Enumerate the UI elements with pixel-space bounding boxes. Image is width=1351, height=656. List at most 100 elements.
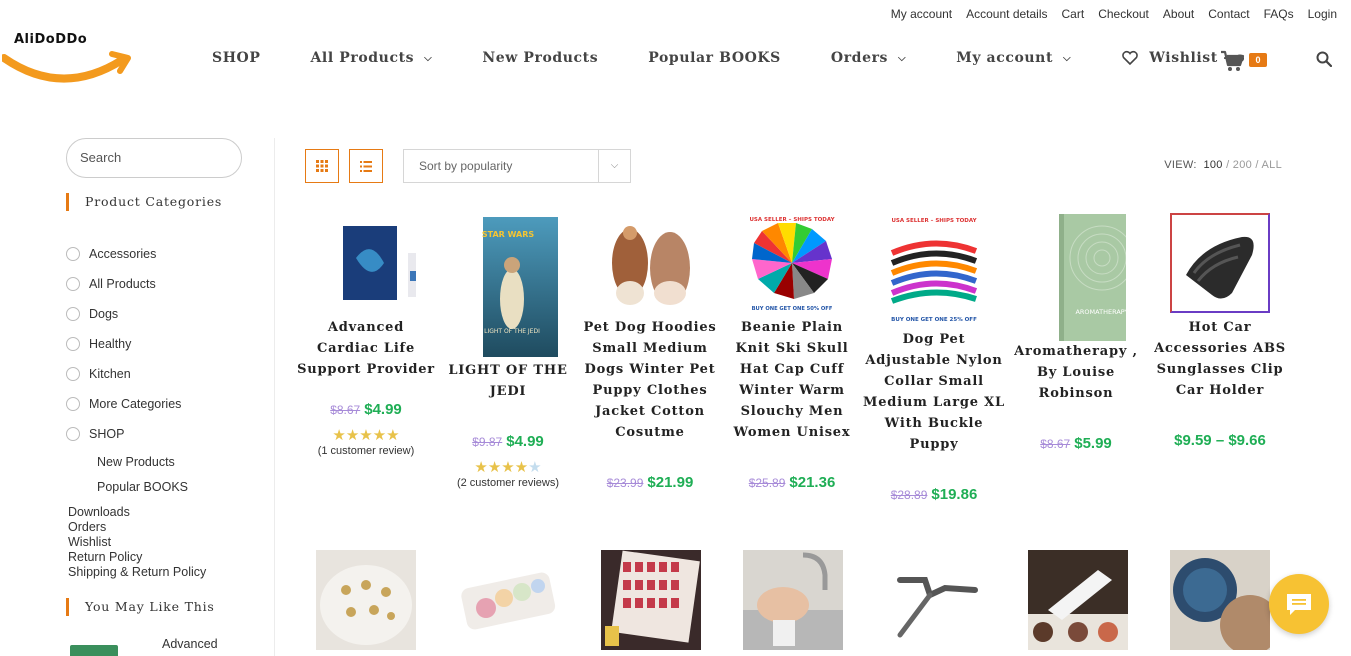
link-wishlist[interactable]: Wishlist: [68, 535, 274, 550]
chevron-down-icon: ⌵: [424, 52, 433, 64]
product-image-art: [343, 226, 416, 300]
sale-price: $4.99: [364, 401, 402, 418]
link-orders[interactable]: Orders: [68, 520, 274, 535]
product-image[interactable]: [885, 550, 985, 650]
category-shop[interactable]: SHOP: [66, 419, 274, 449]
shop-subcategory-list: New Products Popular BOOKS: [97, 449, 274, 499]
radio-icon: [66, 247, 80, 261]
nav-shop[interactable]: SHOP: [212, 50, 260, 66]
nav-popular-books[interactable]: Popular BOOKS: [648, 50, 781, 66]
old-price: $8.67: [1040, 437, 1071, 451]
radio-icon: [66, 367, 80, 381]
sidebar: Search Product Categories Accessories Al…: [66, 138, 274, 616]
old-price: $25.89: [748, 476, 786, 490]
product-title[interactable]: Aromatherapy , By Louise Robinson: [1005, 341, 1147, 404]
product-title[interactable]: Pet Dog Hoodies Small Medium Dogs Winter…: [579, 317, 721, 443]
view-200-option[interactable]: 200: [1233, 159, 1252, 171]
radio-icon: [66, 427, 80, 441]
category-list: Accessories All Products Dogs Healthy Ki…: [66, 239, 274, 449]
category-accessories[interactable]: Accessories: [66, 239, 274, 269]
product-image-art: [612, 226, 690, 305]
product-title[interactable]: Advanced Cardiac Life Support Provider: [295, 317, 437, 380]
subcategory-popular-books[interactable]: Popular BOOKS: [97, 474, 274, 499]
category-label: More Categories: [89, 397, 182, 411]
old-price: $28.89: [890, 488, 928, 502]
product-title[interactable]: Beanie Plain Knit Ski Skull Hat Cap Cuff…: [721, 317, 863, 443]
view-all-option[interactable]: ALL: [1262, 159, 1282, 171]
product-image[interactable]: [1170, 213, 1270, 313]
nav-popular-books-label: Popular BOOKS: [648, 50, 781, 66]
image-caption-text: BUY ONE GET ONE 25% OFF: [891, 317, 977, 323]
product-image[interactable]: [316, 550, 416, 650]
chevron-down-icon: ⌵: [898, 52, 907, 64]
product-card[interactable]: Advanced Cardiac Life Support Provider $…: [295, 213, 437, 457]
recommended-product-name[interactable]: Advanced: [162, 637, 218, 651]
sale-price: $5.99: [1074, 435, 1112, 452]
product-image[interactable]: [1028, 550, 1128, 650]
top-link-account-details[interactable]: Account details: [966, 7, 1047, 21]
product-card[interactable]: STAR WARS LIGHT OF THE JEDI LIGHT OF THE…: [437, 213, 579, 489]
product-title[interactable]: Dog Pet Adjustable Nylon Collar Small Me…: [863, 329, 1005, 455]
product-price: $8.67 $4.99: [295, 401, 437, 418]
top-link-faqs[interactable]: FAQs: [1264, 7, 1294, 21]
product-image[interactable]: [458, 550, 558, 650]
site-logo[interactable]: AliDoDDo: [2, 28, 132, 90]
product-image[interactable]: USA SELLER – SHIPS TODAY BUY ONE GET ONE…: [742, 213, 842, 313]
view-label: VIEW:: [1164, 159, 1197, 171]
link-return-policy[interactable]: Return Policy: [68, 550, 274, 565]
sidebar-search-input[interactable]: Search: [66, 138, 242, 178]
product-image[interactable]: AROMATHERAPY: [1026, 213, 1126, 341]
sort-select[interactable]: Sort by popularity ⌵: [403, 149, 631, 183]
subcategory-new-products[interactable]: New Products: [97, 449, 274, 474]
grid-view-button[interactable]: [305, 149, 339, 183]
top-link-my-account[interactable]: My account: [891, 7, 952, 21]
product-image[interactable]: USA SELLER – SHIPS TODAY BUY ONE GET ONE…: [884, 213, 984, 325]
category-kitchen[interactable]: Kitchen: [66, 359, 274, 389]
search-icon[interactable]: [1316, 51, 1332, 67]
category-more-categories[interactable]: More Categories: [66, 389, 274, 419]
nav-orders[interactable]: Orders ⌵: [831, 50, 906, 66]
review-count[interactable]: (1 customer review): [295, 445, 437, 457]
top-link-about[interactable]: About: [1163, 7, 1194, 21]
link-downloads[interactable]: Downloads: [68, 505, 274, 520]
product-card[interactable]: Pet Dog Hoodies Small Medium Dogs Winter…: [579, 213, 721, 491]
nav-new-products-label: New Products: [482, 50, 599, 66]
product-card[interactable]: USA SELLER – SHIPS TODAY BUY ONE GET ONE…: [721, 213, 863, 491]
recommended-product-thumbnail[interactable]: [70, 645, 118, 656]
product-image[interactable]: [601, 550, 701, 650]
category-healthy[interactable]: Healthy: [66, 329, 274, 359]
product-title[interactable]: Hot Car Accessories ABS Sunglasses Clip …: [1149, 317, 1291, 401]
category-all-products[interactable]: All Products: [66, 269, 274, 299]
review-count[interactable]: (2 customer reviews): [437, 477, 579, 489]
product-price: $25.89 $21.36: [721, 474, 863, 491]
radio-icon: [66, 337, 80, 351]
view-100-option[interactable]: 100: [1203, 159, 1222, 171]
product-image[interactable]: [743, 550, 843, 650]
top-link-checkout[interactable]: Checkout: [1098, 7, 1149, 21]
category-label: Dogs: [89, 307, 119, 321]
top-link-login[interactable]: Login: [1308, 7, 1337, 21]
nav-my-account[interactable]: My account ⌵: [956, 50, 1071, 66]
product-image-art: [1173, 558, 1270, 650]
category-dogs[interactable]: Dogs: [66, 299, 274, 329]
product-card[interactable]: Hot Car Accessories ABS Sunglasses Clip …: [1149, 213, 1291, 449]
product-image[interactable]: STAR WARS LIGHT OF THE JEDI: [458, 213, 558, 358]
image-caption-text: USA SELLER – SHIPS TODAY: [891, 218, 977, 224]
link-shipping-return-policy[interactable]: Shipping & Return Policy: [68, 565, 274, 580]
nav-all-products[interactable]: All Products ⌵: [310, 50, 432, 66]
product-card[interactable]: USA SELLER – SHIPS TODAY BUY ONE GET ONE…: [863, 213, 1005, 503]
list-view-button[interactable]: [349, 149, 383, 183]
product-title[interactable]: LIGHT OF THE JEDI: [437, 360, 579, 402]
product-image[interactable]: [1170, 550, 1270, 650]
nav-shop-label: SHOP: [212, 50, 261, 66]
product-card[interactable]: AROMATHERAPY Aromatherapy , By Louise Ro…: [1005, 213, 1147, 452]
product-categories-title: Product Categories: [66, 193, 274, 211]
product-image[interactable]: [316, 213, 416, 313]
product-image[interactable]: [600, 213, 700, 313]
cover-title-text: LIGHT OF THE JEDI: [484, 328, 540, 335]
nav-orders-label: Orders: [830, 50, 889, 66]
top-link-contact[interactable]: Contact: [1208, 7, 1249, 21]
chat-button[interactable]: [1269, 574, 1329, 634]
nav-new-products[interactable]: New Products: [482, 50, 598, 66]
top-link-cart[interactable]: Cart: [1062, 7, 1085, 21]
